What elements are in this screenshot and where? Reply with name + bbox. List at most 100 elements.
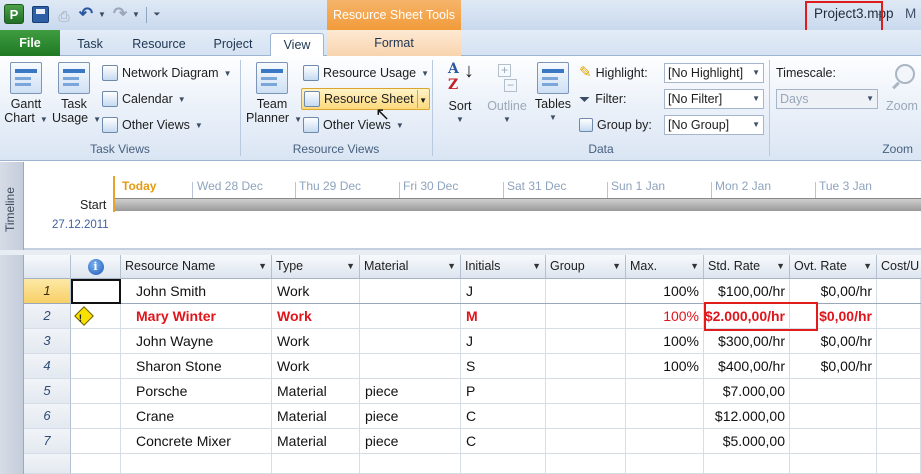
row-id[interactable]: 2	[24, 304, 71, 329]
network-diagram-button[interactable]: Network Diagram ▼	[102, 63, 231, 83]
column-header-resource-name[interactable]: Resource Name ▼	[121, 255, 272, 279]
row-id[interactable]: 5	[24, 379, 71, 404]
material-cell[interactable]	[360, 279, 461, 304]
type-cell[interactable]: Material	[272, 379, 360, 404]
max-units-cell[interactable]: 100%	[626, 354, 704, 379]
max-units-cell[interactable]: 100%	[626, 304, 704, 329]
std-rate-cell[interactable]: $7.000,00	[704, 379, 790, 404]
indicator-cell[interactable]: !	[71, 304, 121, 329]
overallocation-warning-icon[interactable]: !	[74, 306, 94, 326]
timeline-pane[interactable]: Timeline Today Wed 28 Dec Thu 29 Dec Fri…	[0, 162, 921, 250]
initials-cell[interactable]: J	[461, 329, 546, 354]
material-cell[interactable]	[360, 454, 461, 474]
resource-name-cell[interactable]: Sharon Stone	[121, 354, 272, 379]
cost-use-cell[interactable]	[877, 304, 921, 329]
cost-use-cell[interactable]	[877, 429, 921, 454]
resource-sheet-button[interactable]: Resource Sheet ▼	[301, 88, 430, 110]
row-id[interactable]: 1	[24, 279, 71, 304]
outline-button[interactable]: + − Outline ▼	[485, 62, 529, 127]
row-id[interactable]: 6	[24, 404, 71, 429]
type-cell[interactable]	[272, 454, 360, 474]
sort-button[interactable]: A Z ↓ Sort ▼	[441, 61, 479, 127]
type-cell[interactable]: Work	[272, 329, 360, 354]
column-header-std-rate[interactable]: Std. Rate ▼	[704, 255, 790, 279]
type-cell[interactable]: Material	[272, 404, 360, 429]
ovt-rate-cell[interactable]: $0,00/hr	[790, 329, 877, 354]
save-icon[interactable]	[32, 6, 49, 23]
initials-cell[interactable]: S	[461, 354, 546, 379]
initials-cell[interactable]: C	[461, 429, 546, 454]
customize-qat-icon[interactable]: ⏷	[151, 4, 163, 24]
cost-use-cell[interactable]	[877, 354, 921, 379]
column-header-type[interactable]: Type ▼	[272, 255, 360, 279]
group-cell[interactable]	[546, 454, 626, 474]
max-units-cell[interactable]: 100%	[626, 329, 704, 354]
material-cell[interactable]	[360, 354, 461, 379]
timescale-select[interactable]: Days ▼	[776, 89, 878, 109]
max-units-cell[interactable]	[626, 379, 704, 404]
resource-name-cell[interactable]	[121, 454, 272, 474]
tab-format[interactable]: Format	[327, 30, 461, 56]
std-rate-cell[interactable]: $400,00/hr	[704, 354, 790, 379]
std-rate-cell[interactable]: $12.000,00	[704, 404, 790, 429]
tab-task[interactable]: Task	[64, 33, 116, 57]
resource-usage-button[interactable]: Resource Usage ▼	[303, 63, 429, 83]
timeline-bar[interactable]	[113, 198, 921, 211]
indicator-cell[interactable]	[71, 454, 121, 474]
tab-file[interactable]: File	[0, 30, 60, 56]
calendar-button[interactable]: Calendar ▼	[102, 89, 186, 109]
project-app-icon[interactable]: P	[4, 4, 24, 24]
chevron-down-icon[interactable]: ▼	[532, 255, 541, 278]
type-cell[interactable]: Work	[272, 279, 360, 304]
filter-select[interactable]: [No Filter] ▼	[664, 89, 764, 109]
indicator-cell[interactable]	[71, 429, 121, 454]
std-rate-cell[interactable]	[704, 454, 790, 474]
resource-name-cell[interactable]: Crane	[121, 404, 272, 429]
row-id[interactable]	[24, 454, 71, 474]
cost-use-cell[interactable]	[877, 404, 921, 429]
max-units-cell[interactable]	[626, 454, 704, 474]
std-rate-cell[interactable]: $300,00/hr	[704, 329, 790, 354]
column-header-group[interactable]: Group ▼	[546, 255, 626, 279]
group-cell[interactable]	[546, 429, 626, 454]
chevron-down-icon[interactable]: ▼	[863, 255, 872, 278]
max-units-cell[interactable]: 100%	[626, 279, 704, 304]
column-header-max[interactable]: Max. ▼	[626, 255, 704, 279]
type-cell[interactable]: Work	[272, 304, 360, 329]
initials-cell[interactable]: M	[461, 304, 546, 329]
chevron-down-icon[interactable]: ▼	[258, 255, 267, 278]
chevron-down-icon[interactable]: ▼	[447, 255, 456, 278]
std-rate-cell[interactable]: $100,00/hr	[704, 279, 790, 304]
group-cell[interactable]	[546, 354, 626, 379]
group-cell[interactable]	[546, 404, 626, 429]
resource-name-cell[interactable]: John Smith	[121, 279, 272, 304]
row-id[interactable]: 3	[24, 329, 71, 354]
group-cell[interactable]	[546, 379, 626, 404]
resource-sheet-dropdown-icon[interactable]: ▼	[416, 90, 429, 108]
resource-name-cell[interactable]: Mary Winter	[121, 304, 272, 329]
print-icon[interactable]: ⎙	[56, 6, 72, 26]
table-row[interactable]: 5 Porsche Material piece P $7.000,00	[24, 379, 921, 404]
table-row[interactable]: 3 John Wayne Work J 100% $300,00/hr $0,0…	[24, 329, 921, 354]
initials-cell[interactable]: C	[461, 404, 546, 429]
indicator-cell[interactable]	[71, 379, 121, 404]
indicator-cell[interactable]	[71, 404, 121, 429]
ovt-rate-cell[interactable]	[790, 404, 877, 429]
highlight-select[interactable]: [No Highlight] ▼	[664, 63, 764, 83]
group-cell[interactable]	[546, 329, 626, 354]
table-row[interactable]: 6 Crane Material piece C $12.000,00	[24, 404, 921, 429]
initials-cell[interactable]: P	[461, 379, 546, 404]
column-header-ovt-rate[interactable]: Ovt. Rate ▼	[790, 255, 877, 279]
ovt-rate-cell[interactable]: $0,00/hr	[790, 279, 877, 304]
initials-cell[interactable]: J	[461, 279, 546, 304]
chevron-down-icon[interactable]: ▼	[690, 255, 699, 278]
group-cell[interactable]	[546, 279, 626, 304]
ovt-rate-cell[interactable]	[790, 454, 877, 474]
undo-dropdown-icon[interactable]: ▼	[98, 4, 106, 24]
column-header-cost-use[interactable]: Cost/U	[877, 255, 921, 279]
material-cell[interactable]	[360, 304, 461, 329]
resource-name-cell[interactable]: Concrete Mixer	[121, 429, 272, 454]
tab-view[interactable]: View	[270, 33, 324, 57]
tables-button[interactable]: Tables ▼	[533, 62, 573, 125]
zoom-button[interactable]: Zoom	[882, 62, 921, 113]
